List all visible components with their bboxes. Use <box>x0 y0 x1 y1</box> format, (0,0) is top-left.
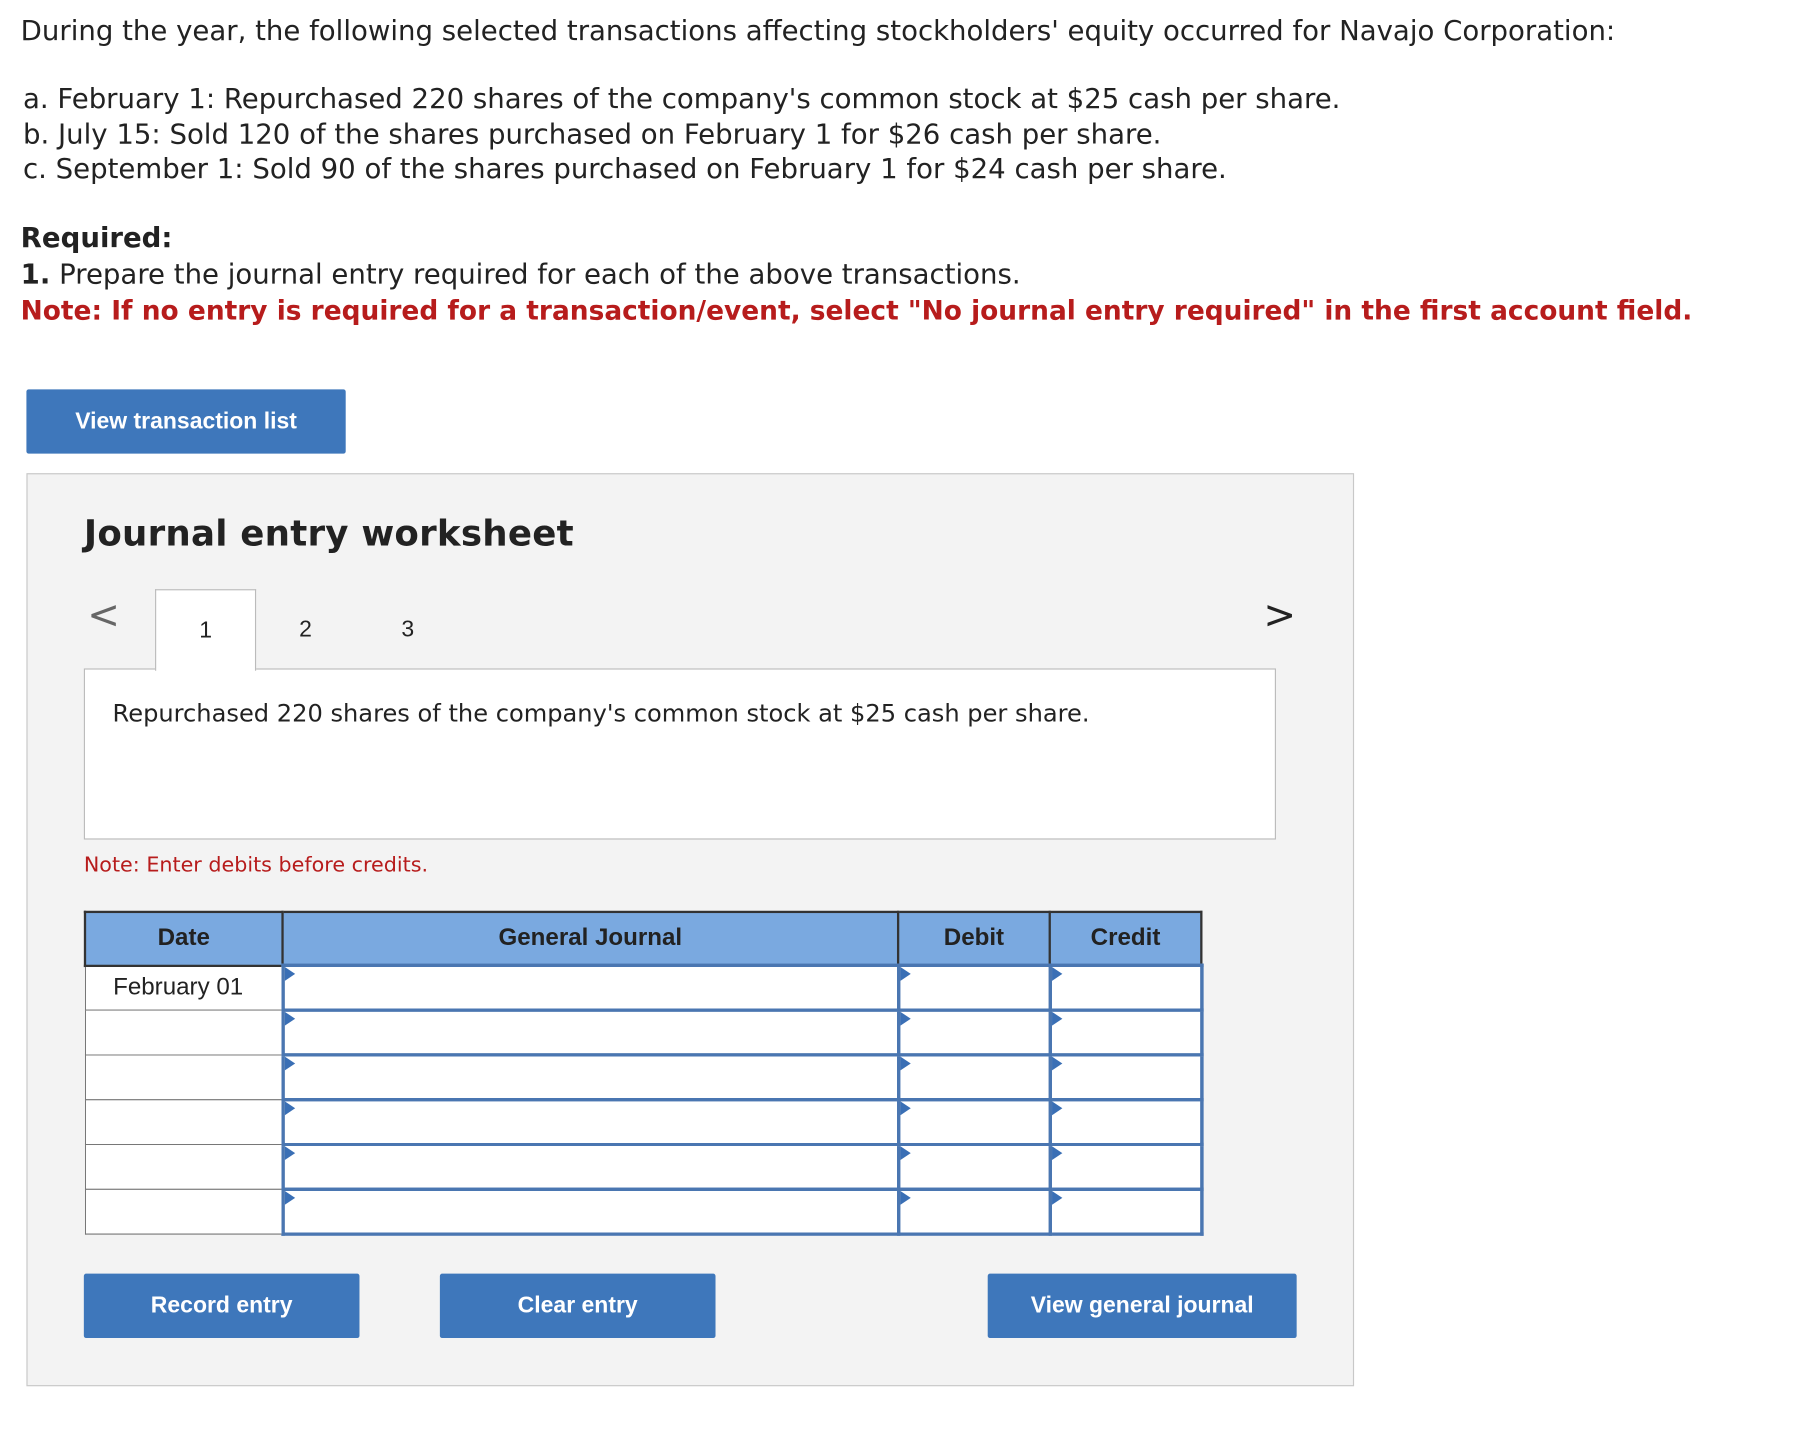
no-entry-note: Note: If no entry is required for a tran… <box>20 295 1693 326</box>
table-row: February 01 <box>84 963 1204 1012</box>
requirement-number: 1. <box>20 257 51 290</box>
credit-field[interactable] <box>1048 1097 1204 1147</box>
dropdown-marker-icon <box>284 1011 295 1026</box>
tab-3[interactable]: 3 <box>358 589 457 669</box>
dropdown-marker-icon <box>284 1056 295 1071</box>
record-entry-button[interactable]: Record entry <box>83 1273 360 1339</box>
view-transaction-list-button[interactable]: View transaction list <box>26 389 346 454</box>
date-cell <box>84 1099 284 1146</box>
transaction-description-box: Repurchased 220 shares of the company's … <box>83 668 1276 840</box>
dropdown-marker-icon <box>1051 1011 1062 1026</box>
dropdown-marker-icon <box>899 967 911 981</box>
debit-field[interactable] <box>896 1053 1052 1102</box>
date-cell <box>84 1009 284 1056</box>
credit-field[interactable] <box>1048 1142 1204 1191</box>
table-row <box>84 1097 1204 1147</box>
dropdown-marker-icon <box>1051 1101 1062 1116</box>
account-field[interactable] <box>280 1142 900 1191</box>
account-field[interactable] <box>280 1053 900 1102</box>
credit-field[interactable] <box>1048 963 1204 1012</box>
credit-field[interactable] <box>1048 1008 1204 1057</box>
requirement-text: Prepare the journal entry required for e… <box>59 257 1021 290</box>
table-row <box>84 1053 1204 1102</box>
debit-header: Debit <box>896 910 1051 967</box>
dropdown-marker-icon <box>899 1056 911 1071</box>
chevron-left-icon[interactable]: < <box>87 593 120 639</box>
tab-1[interactable]: 1 <box>155 589 257 671</box>
table-row <box>84 1142 1204 1191</box>
transaction-a: a. February 1: Repurchased 220 shares of… <box>22 82 1341 115</box>
required-heading: Required: <box>20 221 173 254</box>
table-row <box>84 1008 1204 1057</box>
tab-2[interactable]: 2 <box>256 589 355 669</box>
credit-field[interactable] <box>1048 1187 1204 1236</box>
debit-field[interactable] <box>896 1142 1052 1191</box>
dropdown-marker-icon <box>899 1146 911 1160</box>
dropdown-marker-icon <box>899 1011 911 1026</box>
worksheet-title: Journal entry worksheet <box>83 513 574 555</box>
problem-statement: During the year, the following selected … <box>21 11 1767 329</box>
chevron-right-icon[interactable]: > <box>1263 593 1296 639</box>
journal-table: Date General Journal Debit Credit Februa… <box>83 910 1204 1236</box>
account-field[interactable] <box>280 963 900 1012</box>
dropdown-marker-icon <box>284 1190 295 1205</box>
debit-field[interactable] <box>896 1097 1052 1147</box>
credit-field[interactable] <box>1048 1053 1204 1102</box>
problem-intro: During the year, the following selected … <box>20 14 1616 48</box>
transaction-c: c. September 1: Sold 90 of the shares pu… <box>22 152 1227 185</box>
date-cell <box>84 1143 284 1190</box>
account-field[interactable] <box>280 1008 900 1057</box>
journal-entry-worksheet: Journal entry worksheet < > 1 2 3 Repurc… <box>26 473 1355 1387</box>
debit-credit-note: Note: Enter debits before credits. <box>83 853 429 878</box>
date-cell <box>84 1054 284 1101</box>
requirement-1: 1. Prepare the journal entry required fo… <box>21 256 1767 293</box>
date-header: Date <box>83 910 284 967</box>
account-field[interactable] <box>280 1097 900 1147</box>
dropdown-marker-icon <box>284 967 295 981</box>
account-field[interactable] <box>280 1187 900 1236</box>
transaction-description: Repurchased 220 shares of the company's … <box>112 699 1090 728</box>
table-row <box>84 1187 1204 1236</box>
view-general-journal-button[interactable]: View general journal <box>987 1273 1297 1339</box>
debit-field[interactable] <box>896 1187 1052 1236</box>
general-journal-header: General Journal <box>281 910 900 967</box>
date-cell <box>84 1188 284 1235</box>
clear-entry-button[interactable]: Clear entry <box>439 1273 716 1339</box>
debit-field[interactable] <box>896 1008 1052 1057</box>
dropdown-marker-icon <box>899 1101 911 1116</box>
dropdown-marker-icon <box>1051 1056 1062 1071</box>
transaction-list: a. February 1: Repurchased 220 shares of… <box>21 82 1767 187</box>
dropdown-marker-icon <box>284 1101 295 1116</box>
credit-header: Credit <box>1048 910 1203 967</box>
debit-field[interactable] <box>896 963 1052 1012</box>
dropdown-marker-icon <box>284 1146 295 1160</box>
transaction-b: b. July 15: Sold 120 of the shares purch… <box>22 117 1162 150</box>
dropdown-marker-icon <box>899 1190 911 1205</box>
dropdown-marker-icon <box>1051 1146 1062 1160</box>
date-cell: February 01 <box>84 964 284 1011</box>
dropdown-marker-icon <box>1051 1190 1062 1205</box>
dropdown-marker-icon <box>1051 967 1062 981</box>
